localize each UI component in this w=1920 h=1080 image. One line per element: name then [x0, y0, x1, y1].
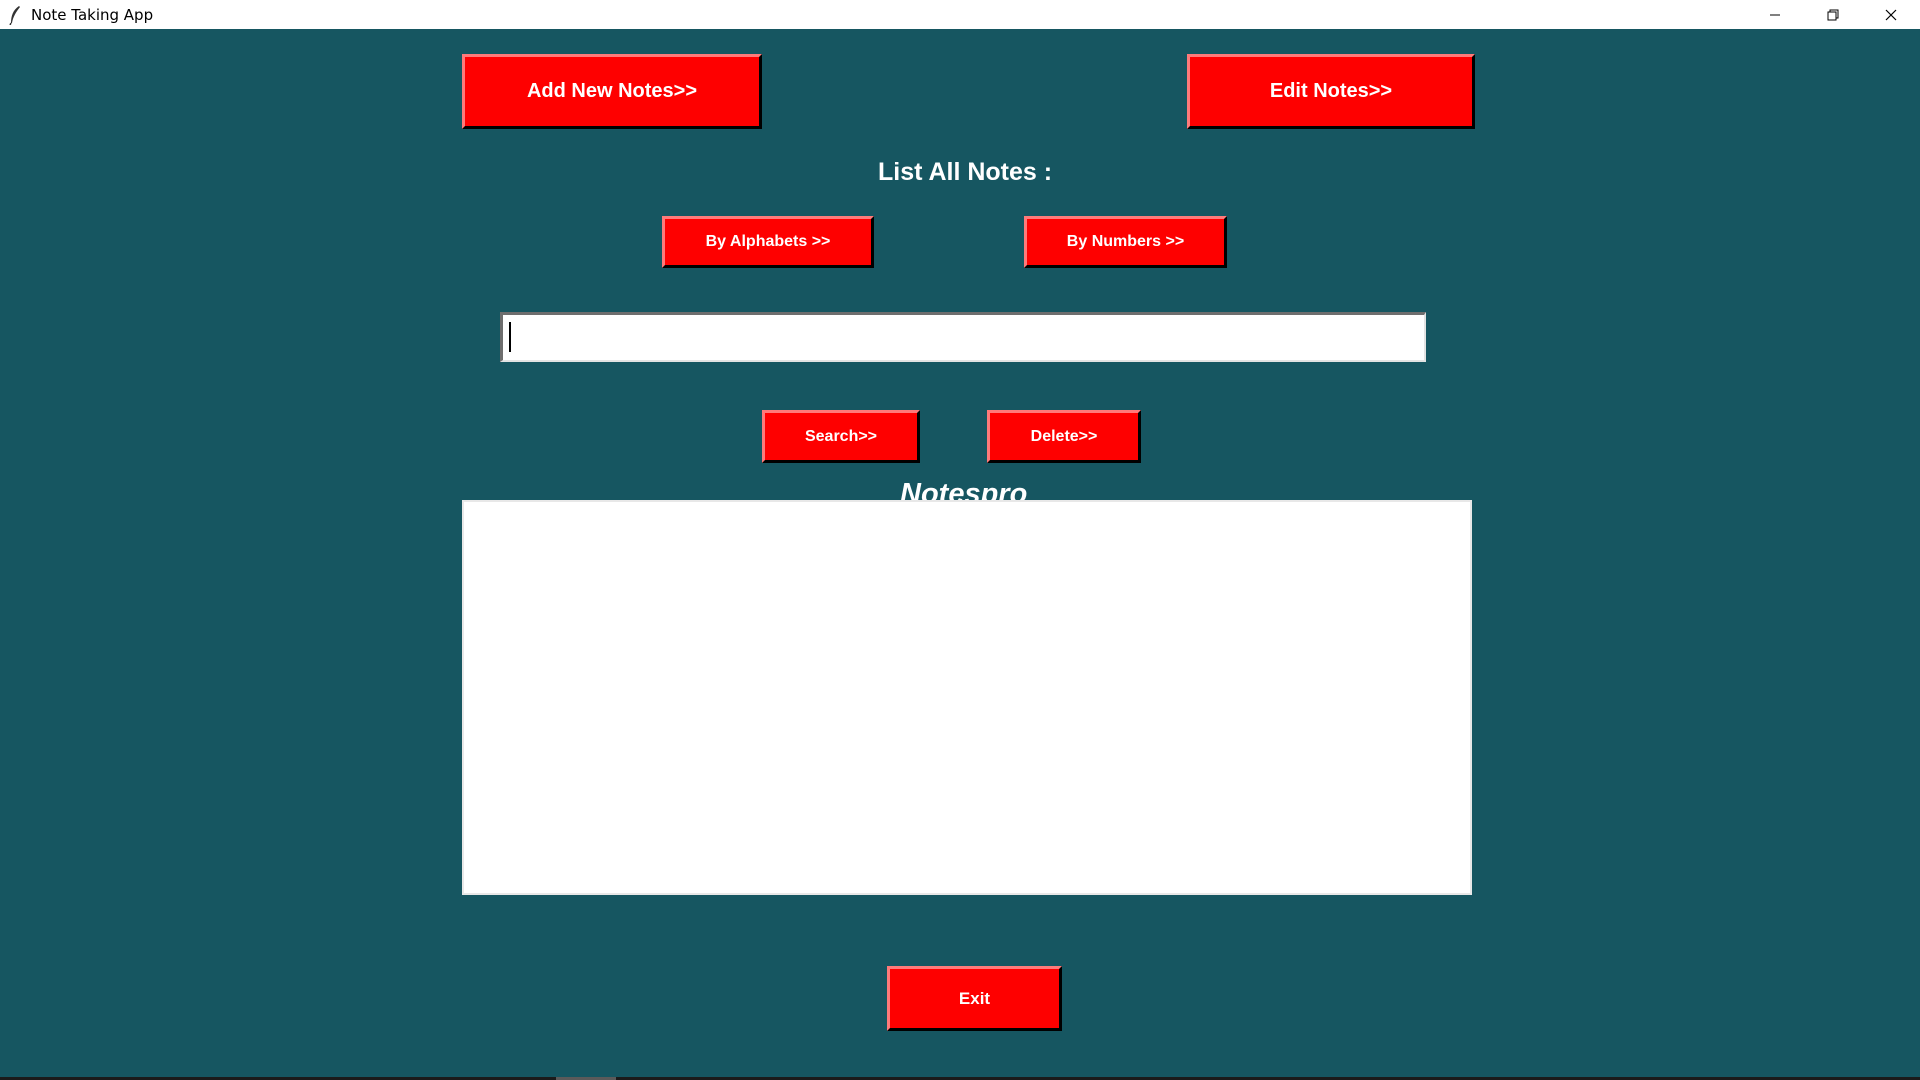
title-bar: Note Taking App: [0, 0, 1920, 29]
close-icon[interactable]: [1862, 0, 1920, 29]
minimize-icon[interactable]: [1746, 0, 1804, 29]
by-numbers-button[interactable]: By Numbers >>: [1024, 216, 1227, 268]
delete-button[interactable]: Delete>>: [987, 410, 1141, 463]
notes-display-area[interactable]: [462, 500, 1472, 895]
restore-icon[interactable]: [1804, 0, 1862, 29]
list-all-notes-label: List All Notes :: [878, 158, 1053, 186]
edit-notes-button[interactable]: Edit Notes>>: [1187, 54, 1475, 129]
by-alphabets-button[interactable]: By Alphabets >>: [662, 216, 874, 268]
search-button[interactable]: Search>>: [762, 410, 920, 463]
exit-button[interactable]: Exit: [887, 966, 1062, 1031]
window-title: Note Taking App: [31, 5, 154, 24]
feather-icon: [6, 4, 24, 26]
add-new-notes-button[interactable]: Add New Notes>>: [462, 54, 762, 129]
note-id-input[interactable]: [500, 312, 1426, 362]
window-controls: [1746, 0, 1920, 29]
text-caret: [509, 322, 511, 352]
